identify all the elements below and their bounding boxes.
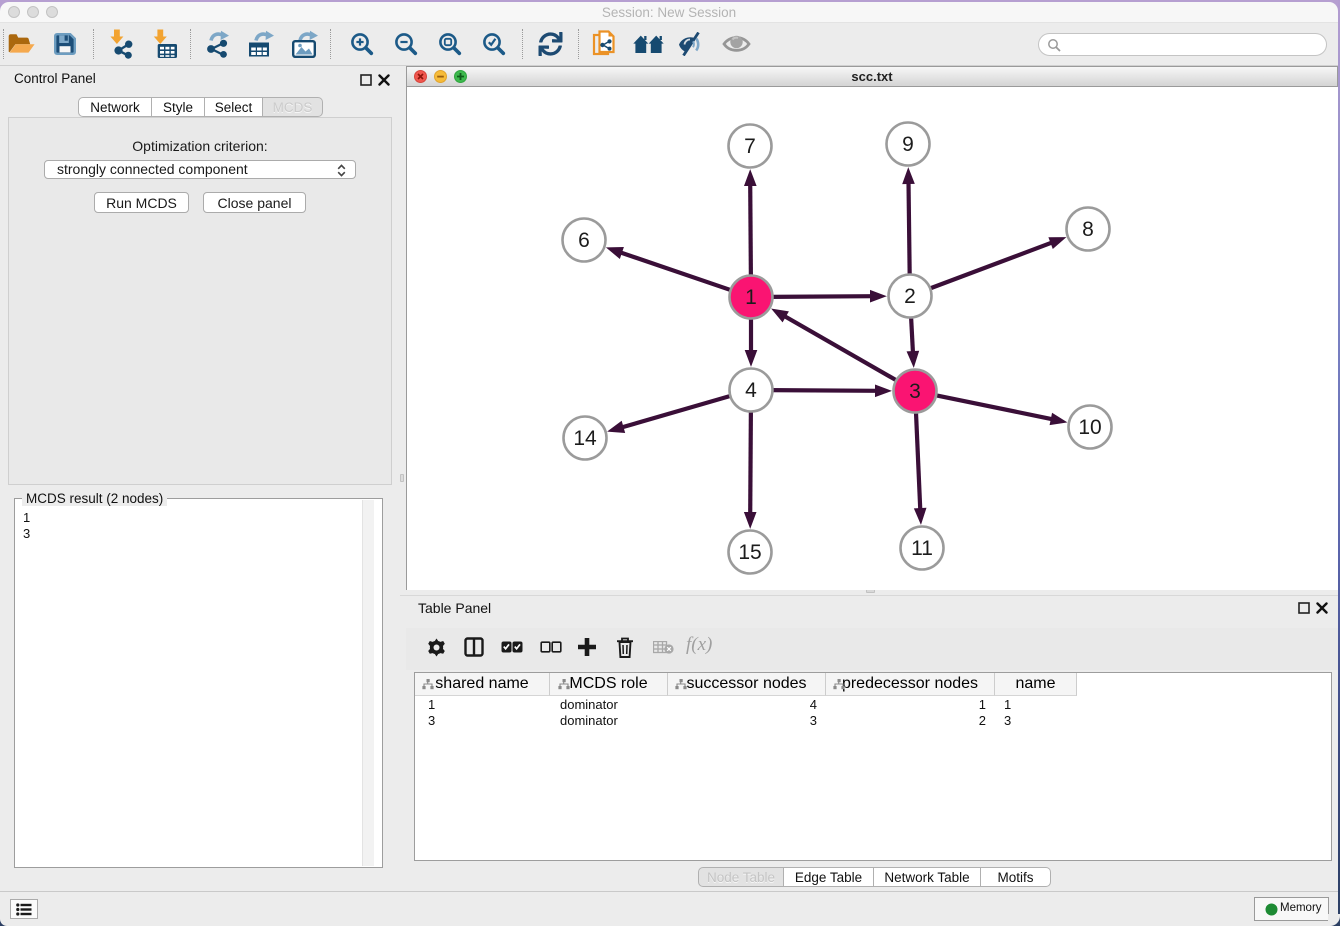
svg-text:4: 4: [745, 379, 757, 402]
svg-text:14: 14: [573, 427, 597, 450]
svg-text:2: 2: [904, 285, 916, 308]
svg-text:3: 3: [909, 380, 921, 403]
svg-text:9: 9: [902, 133, 914, 156]
svg-text:8: 8: [1082, 218, 1094, 241]
svg-text:1: 1: [745, 286, 757, 309]
svg-text:15: 15: [738, 541, 761, 564]
svg-text:11: 11: [911, 537, 933, 560]
svg-text:10: 10: [1078, 416, 1101, 439]
svg-text:6: 6: [578, 229, 590, 252]
svg-text:7: 7: [744, 135, 756, 158]
